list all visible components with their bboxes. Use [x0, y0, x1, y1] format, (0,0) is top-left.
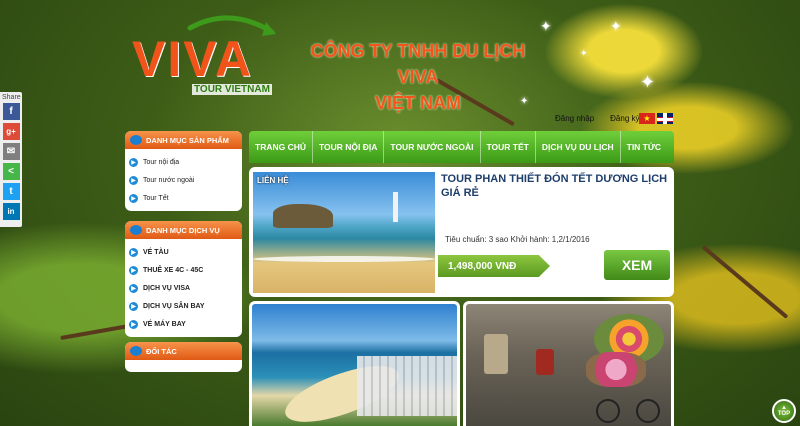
- share-bar: Share f g+ ✉ < t in: [0, 92, 22, 227]
- sidebar-item-label: THUÊ XE 4C - 45C: [143, 266, 204, 274]
- arrow-right-icon: ▶: [129, 193, 138, 203]
- email-icon[interactable]: ✉: [2, 143, 20, 160]
- service-category-title: DANH MỤC DỊCH VỤ: [146, 225, 220, 235]
- tour-meta: Tiêu chuẩn: 3 sao Khởi hành: 1,2/1/2016: [445, 235, 590, 244]
- sidebar-item-ve-may-bay[interactable]: ▶ VÉ MÁY BAY: [129, 315, 242, 333]
- service-category-list: ▶ VÉ TÀU ▶ THUÊ XE 4C - 45C ▶ DỊCH VỤ VISA…: [125, 239, 242, 333]
- contact-tag: LIÊN HỆ: [257, 176, 289, 185]
- car-icon: [130, 135, 142, 145]
- arrow-right-icon: ▶: [129, 301, 138, 311]
- nav-domestic-tour[interactable]: TOUR NỘI ĐỊA: [313, 131, 385, 163]
- facebook-icon[interactable]: f: [2, 103, 20, 120]
- account-links: Đăng nhập Đăng ký: [555, 114, 640, 123]
- sidebar-item-label: Tour nước ngoài: [143, 176, 195, 184]
- product-category-box: DANH MỤC SẢN PHẨM ▶ Tour nội địa ▶ Tour nư…: [125, 131, 242, 211]
- sidebar-item-label: Tour Tết: [143, 194, 169, 202]
- sidebar-item-label: VÉ TÀU: [143, 248, 169, 256]
- lighthouse-shape: [393, 192, 398, 222]
- tour-photo[interactable]: LIÊN HỆ: [253, 172, 435, 293]
- partner-header: ĐỐI TÁC: [125, 342, 242, 360]
- sharethis-icon[interactable]: <: [2, 163, 20, 180]
- top-label: TOP: [777, 411, 791, 417]
- company-line-1: CÔNG TY TNHH DU LỊCH VIVA: [310, 41, 526, 87]
- product-category-title: DANH MỤC SẢN PHẨM: [146, 135, 229, 145]
- product-category-list: ▶ Tour nội địa ▶ Tour nước ngoài ▶ Tour Tết: [125, 149, 242, 207]
- nav-tet-tour[interactable]: TOUR TẾT: [481, 131, 536, 163]
- vietnamese-flag-icon[interactable]: ★: [639, 113, 655, 124]
- sparkle-icon: ✦: [610, 18, 622, 34]
- back-to-top-button[interactable]: ▲ TOP: [772, 399, 796, 423]
- arrow-right-icon: ▶: [129, 319, 138, 329]
- flower-basket-shape: [586, 352, 646, 387]
- tour-price: 1,498,000 VNĐ: [438, 255, 550, 277]
- sidebar-item-tour-nuoc-ngoai[interactable]: ▶ Tour nước ngoài: [129, 171, 242, 189]
- sparkle-icon: ✦: [540, 18, 552, 34]
- service-category-header: DANH MỤC DỊCH VỤ: [125, 221, 242, 239]
- view-button[interactable]: XEM: [604, 250, 670, 280]
- company-name: CÔNG TY TNHH DU LỊCH VIVA VIỆT NAM: [288, 38, 548, 116]
- sidebar-item-san-bay[interactable]: ▶ DỊCH VỤ SÂN BAY: [129, 297, 242, 315]
- arrow-right-icon: ▶: [129, 157, 138, 167]
- sidebar-item-label: Tour nội địa: [143, 158, 180, 166]
- sidebar-item-label: DỊCH VỤ VISA: [143, 284, 191, 292]
- english-flag-icon[interactable]: [657, 113, 673, 124]
- logo-word: VIVA: [132, 31, 253, 87]
- car-shape: [484, 334, 508, 374]
- twitter-icon[interactable]: t: [2, 183, 20, 200]
- linkedin-icon[interactable]: in: [2, 203, 20, 220]
- logo-tagline: TOUR VIETNAM: [192, 84, 272, 95]
- sidebar-item-tour-noi-dia[interactable]: ▶ Tour nội địa: [129, 153, 242, 171]
- google-plus-icon[interactable]: g+: [2, 123, 20, 140]
- sidebar-item-label: VÉ MÁY BAY: [143, 320, 186, 328]
- share-label: Share: [2, 94, 21, 101]
- arrow-right-icon: ▶: [129, 283, 138, 293]
- sidebar-item-label: DỊCH VỤ SÂN BAY: [143, 302, 205, 310]
- car-icon: [130, 346, 142, 356]
- register-link[interactable]: Đăng ký: [610, 114, 639, 123]
- arrow-right-icon: ▶: [129, 175, 138, 185]
- sidebar-item-ve-tau[interactable]: ▶ VÉ TÀU: [129, 243, 242, 261]
- wheel-shape: [636, 399, 660, 423]
- partner-title: ĐỐI TÁC: [146, 346, 177, 356]
- featured-tour-card: LIÊN HỆ TOUR PHAN THIẾT ĐÓN TẾT DƯƠNG LỊ…: [249, 167, 674, 297]
- service-category-box: DANH MỤC DỊCH VỤ ▶ VÉ TÀU ▶ THUÊ XE 4C - 4…: [125, 221, 242, 337]
- sidebar-item-thue-xe[interactable]: ▶ THUÊ XE 4C - 45C: [129, 261, 242, 279]
- rock-shape: [273, 204, 333, 228]
- product-category-header: DANH MỤC SẢN PHẨM: [125, 131, 242, 149]
- car-icon: [130, 225, 142, 235]
- main-nav: TRANG CHỦ TOUR NỘI ĐỊA TOUR NƯỚC NGOÀI T…: [249, 131, 674, 163]
- site-logo[interactable]: VIVA TOUR VIETNAM: [130, 15, 280, 98]
- nav-international-tour[interactable]: TOUR NƯỚC NGOÀI: [384, 131, 481, 163]
- sidebar-item-visa[interactable]: ▶ DỊCH VỤ VISA: [129, 279, 242, 297]
- sparkle-icon: ✦: [580, 48, 588, 58]
- decor-branch: [60, 323, 130, 341]
- street-flower-photo[interactable]: [463, 301, 674, 426]
- company-line-2: VIỆT NAM: [374, 93, 461, 113]
- decor-branch: [701, 245, 789, 319]
- nav-home[interactable]: TRANG CHỦ: [249, 131, 313, 163]
- arrow-right-icon: ▶: [129, 265, 138, 275]
- city-shape: [357, 356, 457, 416]
- login-link[interactable]: Đăng nhập: [555, 114, 594, 123]
- sidebar-item-tour-tet[interactable]: ▶ Tour Tết: [129, 189, 242, 207]
- arrow-right-icon: ▶: [129, 247, 138, 257]
- partner-box: ĐỐI TÁC: [125, 342, 242, 372]
- tour-title[interactable]: TOUR PHAN THIẾT ĐÓN TẾT DƯƠNG LỊCH GIÁ R…: [441, 172, 671, 200]
- nav-travel-services[interactable]: DỊCH VỤ DU LỊCH: [536, 131, 621, 163]
- nav-news[interactable]: TIN TỨC: [621, 131, 667, 163]
- motorbike-shape: [536, 349, 554, 375]
- wave-shape: [253, 256, 435, 262]
- wheel-shape: [596, 399, 620, 423]
- sparkle-icon: ✦: [640, 72, 656, 92]
- beach-city-photo[interactable]: [249, 301, 460, 426]
